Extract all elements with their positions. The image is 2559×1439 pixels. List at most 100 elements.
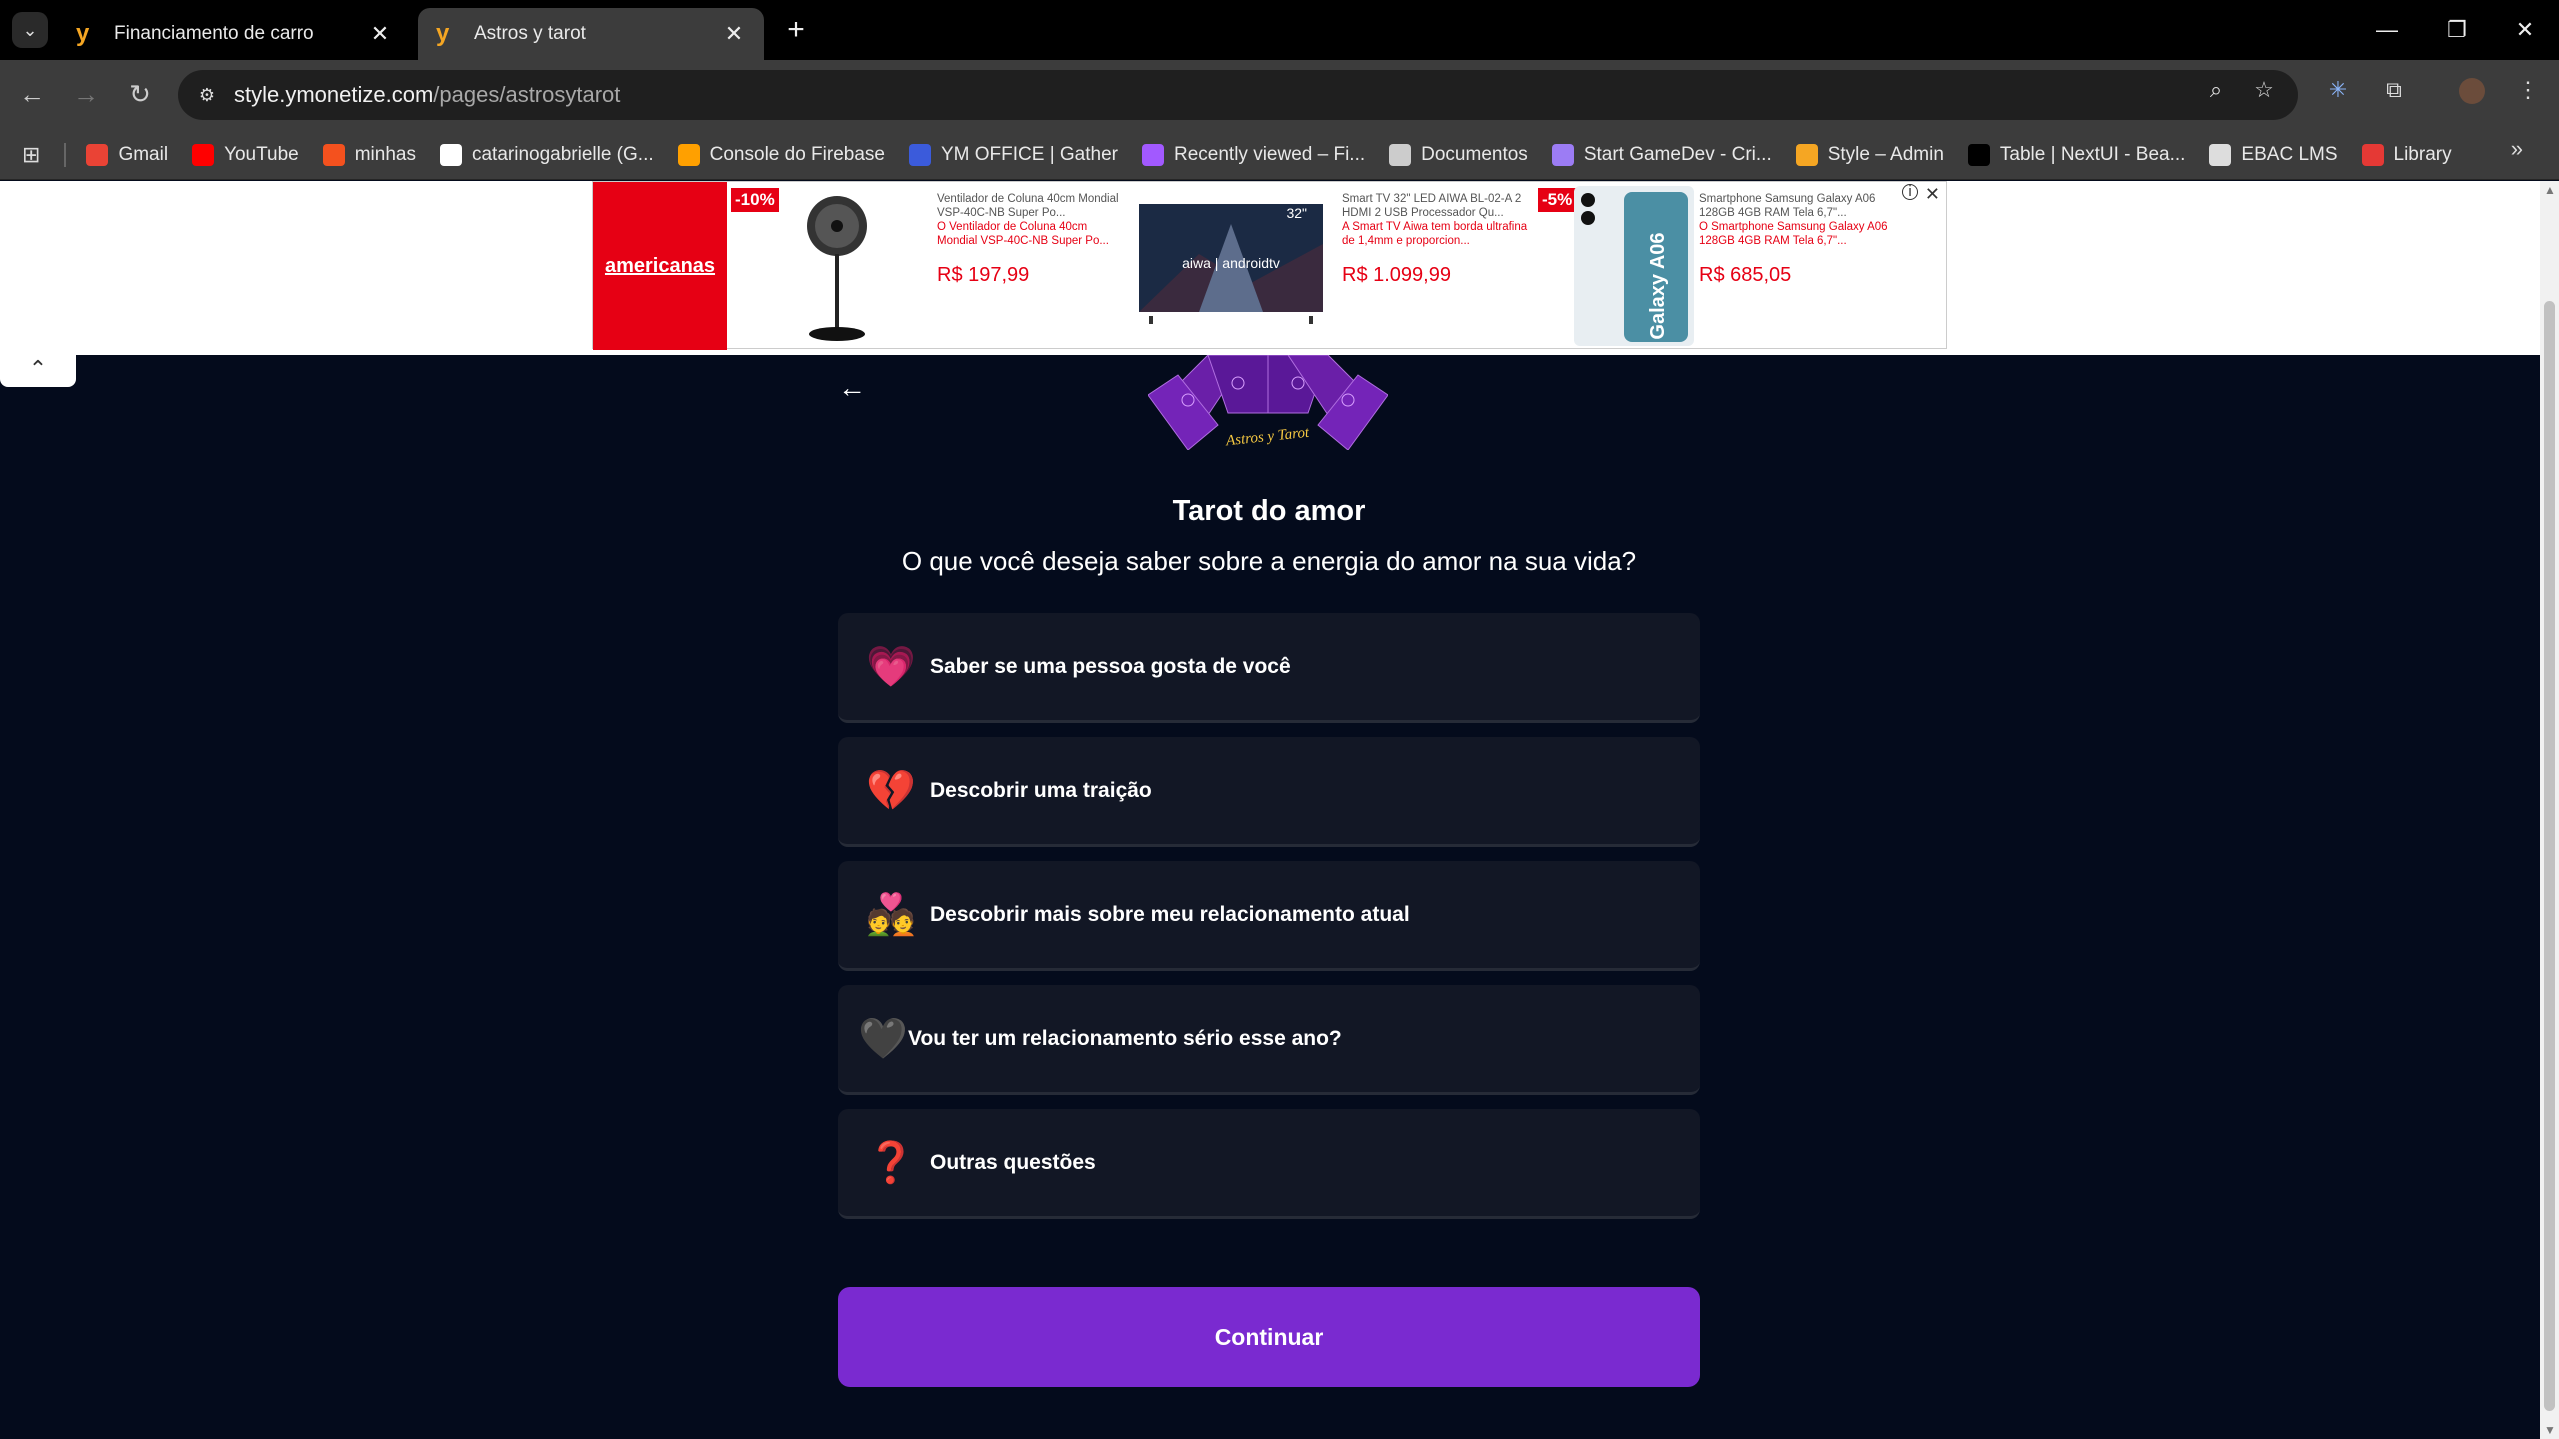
ad-product-price: R$ 197,99 [937,264,1030,286]
ad-brand-logo[interactable]: americanas [593,182,727,350]
tab-close-icon[interactable]: ✕ [722,21,746,47]
option-relacionamento-serio[interactable]: 🖤 Vou ter um relacionamento sério esse a… [838,985,1700,1095]
browser-tab-strip: ⌄ y Financiamento de carro ✕ y Astros y … [0,0,2559,60]
phone-image: Galaxy A06 [1574,186,1694,346]
bookmark-label: Console do Firebase [709,143,885,165]
tab-title: Financiamento de carro [114,23,314,44]
bookmark-start-gamedev-cri[interactable]: Start GameDev - Cri... [1551,143,1772,166]
y-favicon-icon: y [76,20,90,47]
broken-heart-icon: 💔 [866,768,916,813]
ad-product-price: R$ 685,05 [1699,264,1792,286]
back-arrow-icon[interactable]: ← [836,372,868,404]
menu-kebab-icon[interactable]: ⋮ [2508,70,2548,110]
bookmark-library[interactable]: Library [2361,143,2452,166]
more-bookmarks-icon[interactable]: » [2511,136,2523,162]
profile-avatar[interactable] [2452,70,2492,110]
figma-icon [1142,143,1164,166]
tab-astros-y-tarot[interactable]: y Astros y tarot ✕ [418,8,764,60]
flame-icon [322,143,345,166]
github-icon [439,143,462,166]
minimize-icon[interactable]: — [2362,10,2412,50]
bookmark-recently-viewed-fi[interactable]: Recently viewed – Fi... [1142,143,1366,166]
bookmark-ym-office-gather[interactable]: YM OFFICE | Gather [908,143,1118,166]
bookmark-label: catarinogabrielle (G... [471,143,654,165]
zoom-icon[interactable]: ⌕ [2196,70,2236,110]
address-bar[interactable]: ⚙ style.ymonetize.com/pages/astrosytarot [178,70,2298,120]
ad-close-icon[interactable]: ✕ [1925,184,1940,205]
ad-product-desc: Ventilador de Coluna 40cm Mondial VSP-40… [937,192,1127,248]
ad-product-phone[interactable]: -5% Galaxy A06 Smartphone Samsung Galaxy… [1536,182,1946,350]
docs-icon [1389,143,1412,166]
bookmark-documentos[interactable]: Documentos [1389,143,1528,166]
apps-grid-icon[interactable]: ⊞ [22,142,40,168]
bookmark-youtube[interactable]: YouTube [192,143,299,166]
ad-product-tv[interactable]: 32" aiwa | androidtv Smart TV 32" LED AI… [1131,182,1536,350]
bookmark-label: Library [2393,143,2452,165]
bookmark-catarinogabrielle-g[interactable]: catarinogabrielle (G... [439,143,654,166]
option-label: Descobrir uma traição [930,778,1152,802]
discount-badge: -10% [731,188,779,212]
option-pessoa-gosta[interactable]: 💗 Saber se uma pessoa gosta de você [838,613,1700,723]
option-traicao[interactable]: 💔 Descobrir uma traição [838,737,1700,847]
nextui-icon [1967,143,1990,166]
scroll-thumb[interactable] [2544,301,2555,1411]
bookmark-label: YouTube [224,143,299,165]
phone-model-text: Galaxy A06 [1647,232,1669,339]
tv-image: 32" aiwa | androidtv [1139,204,1323,324]
bookmarks-bar: ⊞ Gmail YouTube minhas catarinogabrielle (G… [0,130,2559,180]
reload-icon[interactable]: ↻ [120,74,160,114]
ad-product-price: R$ 1.099,99 [1342,264,1451,286]
scroll-down-icon[interactable]: ▼ [2544,1423,2556,1437]
tab-close-icon[interactable]: ✕ [368,21,392,47]
tab-title: Astros y tarot [474,23,586,44]
fan-image [807,196,867,341]
bookmark-table-nextui-bea[interactable]: Table | NextUI - Bea... [1967,143,2185,166]
gather-icon [908,143,931,166]
ad-banner[interactable]: americanas -10% Ventilador de Coluna 40c… [592,181,1947,350]
ad-product-text: O Ventilador de Coluna 40cm Mondial VSP-… [937,221,1109,247]
bookmark-ebac-lms[interactable]: EBAC LMS [2209,143,2338,166]
continue-button[interactable]: Continuar [838,1287,1700,1387]
ad-info-icon[interactable]: i [1902,184,1918,200]
site-info-icon[interactable]: ⚙ [194,82,220,108]
collapse-ad-chevron-icon[interactable]: ⌃ [0,355,76,387]
bookmark-star-icon[interactable]: ☆ [2244,70,2284,110]
couple-heart-icon: 💑 [866,892,916,937]
new-tab-button[interactable]: + [780,14,812,46]
ad-product-title: Smartphone Samsung Galaxy A06 128GB 4GB … [1699,193,1876,219]
url-host: style.ymonetize.com [234,82,434,107]
bookmark-minhas[interactable]: minhas [322,143,416,166]
forward-nav-icon[interactable]: → [66,74,106,114]
url-path: /pages/astrosytarot [433,82,621,107]
extension-sparkle-icon[interactable]: ✳ [2318,70,2358,110]
tab-financiamento[interactable]: y Financiamento de carro ✕ [58,8,410,60]
discount-badge: -5% [1538,188,1577,212]
ad-product-desc: Smartphone Samsung Galaxy A06 128GB 4GB … [1699,192,1889,248]
page-scrollbar[interactable]: ▲ ▼ [2540,181,2559,1439]
option-label: Descobrir mais sobre meu relacionamento … [930,902,1410,926]
bookmark-style-admin[interactable]: Style – Admin [1795,143,1944,166]
black-heart-icon: 🖤 [858,1016,908,1061]
firebase-icon [677,143,700,166]
ad-product-fan[interactable]: -10% Ventilador de Coluna 40cm Mondial V… [727,182,1131,350]
bookmark-label: YM OFFICE | Gather [940,143,1118,165]
page-subtitle: O que você deseja saber sobre a energia … [901,546,1637,576]
restore-icon[interactable]: ❐ [2432,10,2482,50]
heart-icon: 💗 [866,644,916,689]
bookmark-label: Recently viewed – Fi... [1174,143,1366,165]
ad-product-title: Smart TV 32" LED AIWA BL-02-A 2 HDMI 2 U… [1342,193,1522,219]
gmail-icon [86,143,109,166]
bookmark-label: minhas [354,143,416,165]
tab-search-button[interactable]: ⌄ [12,12,48,48]
logo-text: Astros y Tarot [1224,425,1310,450]
option-label: Saber se uma pessoa gosta de você [930,654,1291,678]
bookmark-console-do-firebase[interactable]: Console do Firebase [677,143,885,166]
close-window-icon[interactable]: ✕ [2500,10,2550,50]
bookmark-gmail[interactable]: Gmail [86,143,168,166]
back-nav-icon[interactable]: ← [12,74,52,114]
extensions-puzzle-icon[interactable]: ⧉ [2374,70,2414,110]
option-outras-questoes[interactable]: ❓ Outras questões [838,1109,1700,1219]
option-label: Vou ter um relacionamento sério esse ano… [908,1026,1342,1050]
scroll-up-icon[interactable]: ▲ [2544,183,2556,197]
option-relacionamento-atual[interactable]: 💑 Descobrir mais sobre meu relacionament… [838,861,1700,971]
